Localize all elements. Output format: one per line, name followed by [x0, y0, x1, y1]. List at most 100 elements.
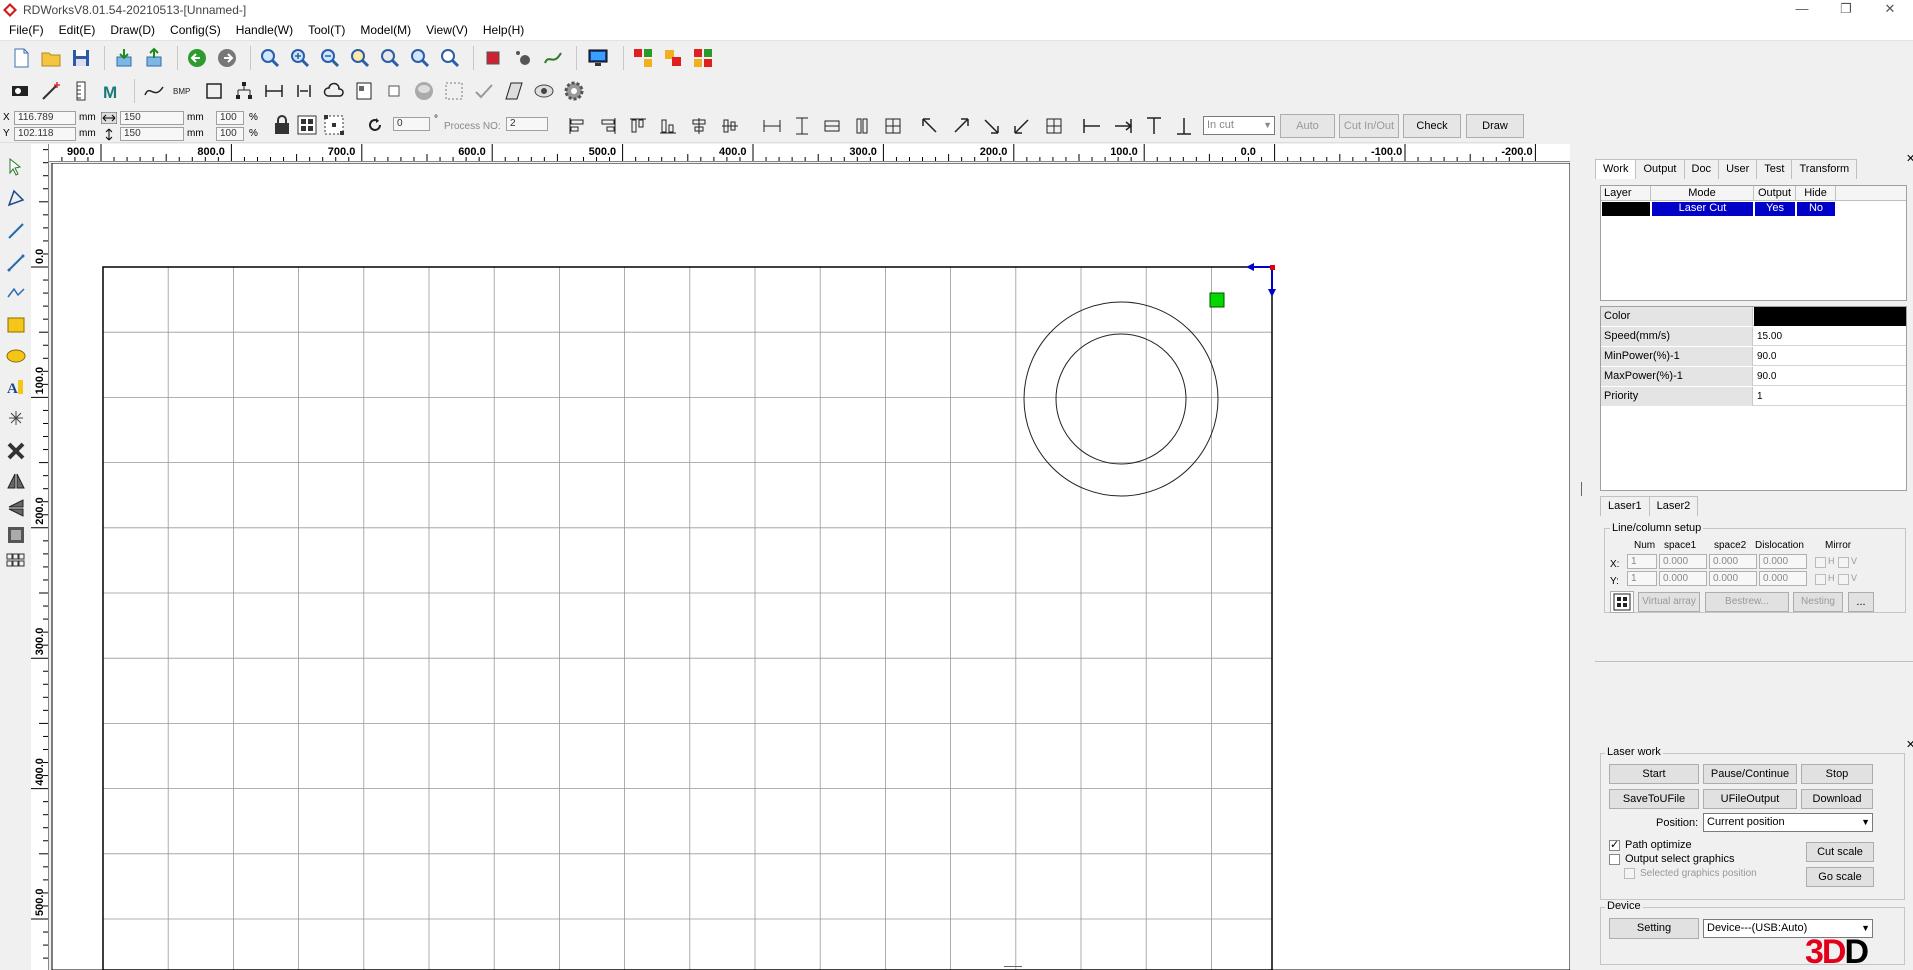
- prop-value[interactable]: 15.00: [1754, 327, 1906, 346]
- skew-button[interactable]: [501, 78, 527, 104]
- layer-hide-cell[interactable]: No: [1797, 202, 1835, 216]
- position-anchor-icon[interactable]: [323, 114, 345, 136]
- x-mirror-v-checkbox[interactable]: [1838, 557, 1849, 568]
- h-spacing-icon[interactable]: [851, 115, 873, 137]
- prop-value[interactable]: 90.0: [1754, 347, 1906, 366]
- ufile-output-button[interactable]: UFileOutput: [1703, 789, 1797, 809]
- move-top-right-icon[interactable]: [950, 115, 972, 137]
- tab-work[interactable]: Work: [1595, 159, 1637, 179]
- layer-array-button[interactable]: [630, 45, 656, 71]
- tab-transform[interactable]: Transform: [1791, 159, 1858, 179]
- prop-value[interactable]: 1: [1754, 387, 1906, 406]
- menu-file[interactable]: File(F): [4, 20, 49, 40]
- magic-wand-button[interactable]: [38, 78, 64, 104]
- nesting-button[interactable]: Nesting: [1793, 592, 1843, 612]
- more-button[interactable]: ...: [1848, 592, 1874, 612]
- cloud-button[interactable]: [321, 78, 347, 104]
- zoom-page-button[interactable]: [257, 45, 283, 71]
- rotation-field[interactable]: 0: [393, 117, 430, 131]
- line-tool[interactable]: [3, 218, 29, 244]
- sphere-button[interactable]: [411, 78, 437, 104]
- align-bottom-icon[interactable]: [657, 115, 679, 137]
- prop-row-maxpower[interactable]: MaxPower(%)-1 90.0: [1601, 367, 1906, 386]
- save-to-ufile-button[interactable]: SaveToUFile: [1609, 789, 1699, 809]
- tab-doc[interactable]: Doc: [1683, 159, 1720, 179]
- same-height-icon[interactable]: [791, 115, 813, 137]
- process-no-field[interactable]: 2: [506, 117, 548, 131]
- node-tree-button[interactable]: [231, 78, 257, 104]
- draw-button[interactable]: Draw: [1466, 114, 1524, 138]
- width-percent-field[interactable]: 100: [216, 111, 244, 125]
- new-file-button[interactable]: [8, 45, 34, 71]
- drawing-canvas[interactable]: [50, 163, 1570, 970]
- dist-top-icon[interactable]: [1143, 115, 1165, 137]
- menu-config[interactable]: Config(S): [165, 20, 226, 40]
- delete-tool[interactable]: [3, 438, 29, 464]
- y-space1-field[interactable]: 0.000: [1659, 571, 1707, 586]
- x-num-field[interactable]: 1: [1627, 554, 1657, 569]
- model-m-button[interactable]: M: [98, 78, 124, 104]
- move-bottom-left-icon[interactable]: [1011, 115, 1033, 137]
- y-num-field[interactable]: 1: [1627, 571, 1657, 586]
- zoom-all-button[interactable]: [377, 45, 403, 71]
- tab-user[interactable]: User: [1718, 159, 1758, 179]
- text-tool[interactable]: A: [3, 374, 29, 400]
- layer-color-swatch[interactable]: [1602, 202, 1650, 216]
- mirror-v-tool[interactable]: [3, 495, 29, 521]
- undo-button[interactable]: [184, 45, 210, 71]
- y-space2-field[interactable]: 0.000: [1709, 571, 1757, 586]
- align-top-icon[interactable]: [627, 115, 649, 137]
- ellipse-tool[interactable]: [3, 343, 29, 369]
- save-file-button[interactable]: [68, 45, 94, 71]
- height-field[interactable]: 150: [120, 127, 184, 141]
- curve-smooth-button[interactable]: [540, 45, 566, 71]
- menu-handle[interactable]: Handle(W): [231, 20, 298, 40]
- tab-laser1[interactable]: Laser1: [1600, 496, 1650, 516]
- h-space-button[interactable]: [291, 78, 317, 104]
- align-left-icon[interactable]: [566, 115, 588, 137]
- layer-mode-cell[interactable]: Laser Cut: [1652, 202, 1753, 216]
- start-button[interactable]: Start: [1609, 764, 1699, 784]
- align-hcenter-icon[interactable]: [688, 115, 710, 137]
- prop-row-priority[interactable]: Priority 1: [1601, 387, 1906, 406]
- array-copy-tool[interactable]: [3, 548, 29, 574]
- y-dislocation-field[interactable]: 0.000: [1759, 571, 1807, 586]
- mirror-h-tool[interactable]: [3, 468, 29, 494]
- x-space1-field[interactable]: 0.000: [1659, 554, 1707, 569]
- array-layout-button[interactable]: [1610, 591, 1634, 613]
- rectangle-tool[interactable]: [3, 312, 29, 338]
- move-bottom-right-icon[interactable]: [980, 115, 1002, 137]
- x-mirror-h-checkbox[interactable]: [1815, 557, 1826, 568]
- pause-continue-button[interactable]: Pause/Continue: [1703, 764, 1797, 784]
- width-field[interactable]: 150: [120, 111, 184, 125]
- checkbox-tool-button[interactable]: [381, 78, 407, 104]
- prop-row-minpower[interactable]: MinPower(%)-1 90.0: [1601, 347, 1906, 366]
- tab-output[interactable]: Output: [1635, 159, 1685, 179]
- menu-model[interactable]: Model(M): [355, 20, 416, 40]
- restore-button[interactable]: ❐: [1824, 0, 1868, 20]
- align-right-icon[interactable]: [597, 115, 619, 137]
- align-page-tool[interactable]: [3, 522, 29, 548]
- node-edit-tool[interactable]: [3, 185, 29, 211]
- menu-draw[interactable]: Draw(D): [105, 20, 160, 40]
- menu-help[interactable]: Help(H): [478, 20, 529, 40]
- menu-tool[interactable]: Tool(T): [303, 20, 350, 40]
- redo-button[interactable]: [214, 45, 240, 71]
- prop-row-color[interactable]: Color: [1601, 307, 1906, 326]
- h-dimension-button[interactable]: [261, 78, 287, 104]
- prop-value[interactable]: 90.0: [1754, 367, 1906, 386]
- minimize-button[interactable]: —: [1780, 0, 1824, 20]
- select-tool[interactable]: [3, 154, 29, 180]
- device-setting-button[interactable]: Setting: [1609, 918, 1699, 939]
- grid-align-icon[interactable]: [296, 114, 318, 136]
- auto-button[interactable]: Auto: [1280, 114, 1335, 138]
- y-mirror-v-checkbox[interactable]: [1838, 574, 1849, 585]
- import-button[interactable]: [111, 45, 137, 71]
- trace-button[interactable]: [510, 45, 536, 71]
- bestrew-button[interactable]: Bestrew...: [1705, 592, 1789, 612]
- virtual-array-button[interactable]: Virtual array: [1638, 592, 1700, 612]
- output-select-checkbox[interactable]: [1609, 854, 1620, 865]
- x-dislocation-field[interactable]: 0.000: [1759, 554, 1807, 569]
- prop-row-speed[interactable]: Speed(mm/s) 15.00: [1601, 327, 1906, 346]
- panel-splitter[interactable]: [1581, 482, 1582, 496]
